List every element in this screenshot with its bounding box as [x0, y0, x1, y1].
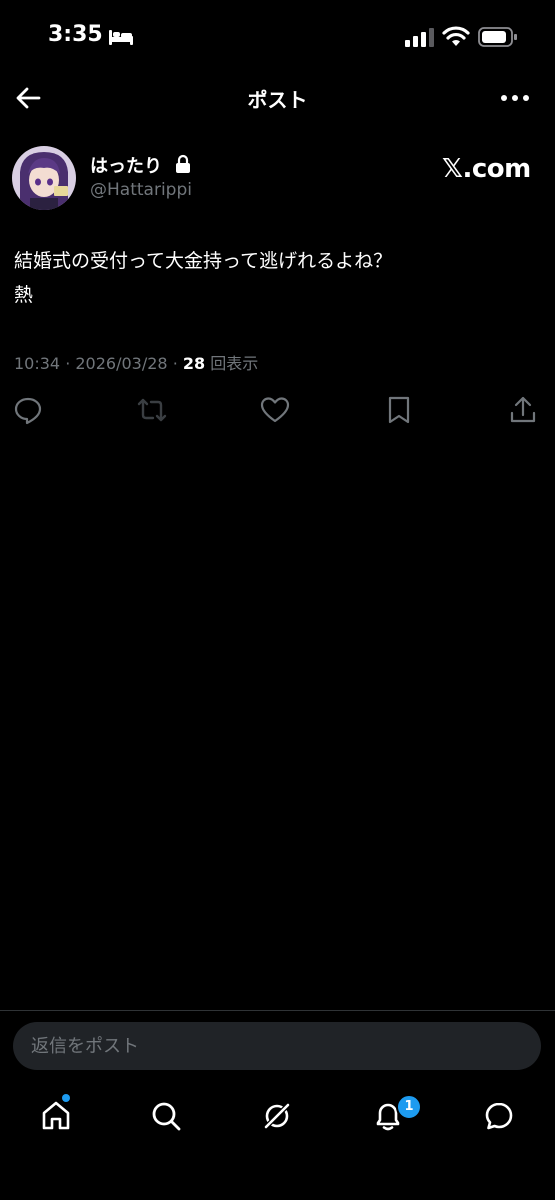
avatar-image	[12, 146, 76, 210]
author-handle[interactable]: @Hattarippi	[90, 180, 192, 200]
views-label: 回表示	[210, 354, 259, 373]
nav-messages[interactable]	[479, 1096, 519, 1136]
more-horizontal-icon	[501, 95, 529, 101]
home-notification-dot	[62, 1094, 70, 1102]
page-title: ポスト	[247, 88, 308, 112]
repost-icon	[137, 398, 167, 422]
comment-icon	[14, 397, 42, 425]
nav-search[interactable]	[146, 1096, 186, 1136]
status-time: 3:35	[48, 22, 103, 47]
bookmark-button[interactable]	[383, 394, 415, 426]
views-count: 28	[182, 354, 206, 373]
grok-icon	[263, 1102, 291, 1130]
share-icon	[510, 396, 536, 423]
search-icon	[152, 1102, 181, 1131]
nav-grok[interactable]	[257, 1096, 297, 1136]
reply-button[interactable]	[12, 394, 44, 426]
battery-icon	[478, 27, 517, 47]
chat-icon	[485, 1102, 513, 1130]
wifi-icon	[442, 26, 470, 46]
more-options-button[interactable]	[496, 82, 536, 114]
bed-icon	[109, 30, 133, 45]
avatar[interactable]	[12, 146, 76, 210]
lock-icon	[176, 154, 190, 173]
share-button[interactable]	[507, 394, 539, 426]
meta-separator: ·	[65, 354, 76, 373]
heart-icon	[260, 397, 290, 423]
post-date: 2026/03/28	[75, 354, 168, 373]
bookmark-icon	[388, 396, 410, 424]
signal-icon	[405, 28, 434, 47]
post-meta: 10:34 · 2026/03/28 · 28 回表示	[14, 350, 258, 374]
repost-button[interactable]	[136, 394, 168, 426]
reply-input[interactable]	[13, 1022, 541, 1070]
meta-separator: ·	[172, 354, 183, 373]
home-icon	[42, 1101, 70, 1130]
notifications-badge: 1	[396, 1094, 422, 1120]
author-display-name[interactable]: はったり	[90, 152, 162, 178]
composer-divider	[0, 1010, 555, 1011]
post-time: 10:34	[14, 354, 61, 373]
xcom-watermark: 𝕏.com	[442, 154, 531, 184]
post-text: 結婚式の受付って大金持って逃げれるよね？ 熱	[14, 250, 393, 306]
like-button[interactable]	[259, 394, 291, 426]
nav-home[interactable]	[36, 1096, 76, 1136]
